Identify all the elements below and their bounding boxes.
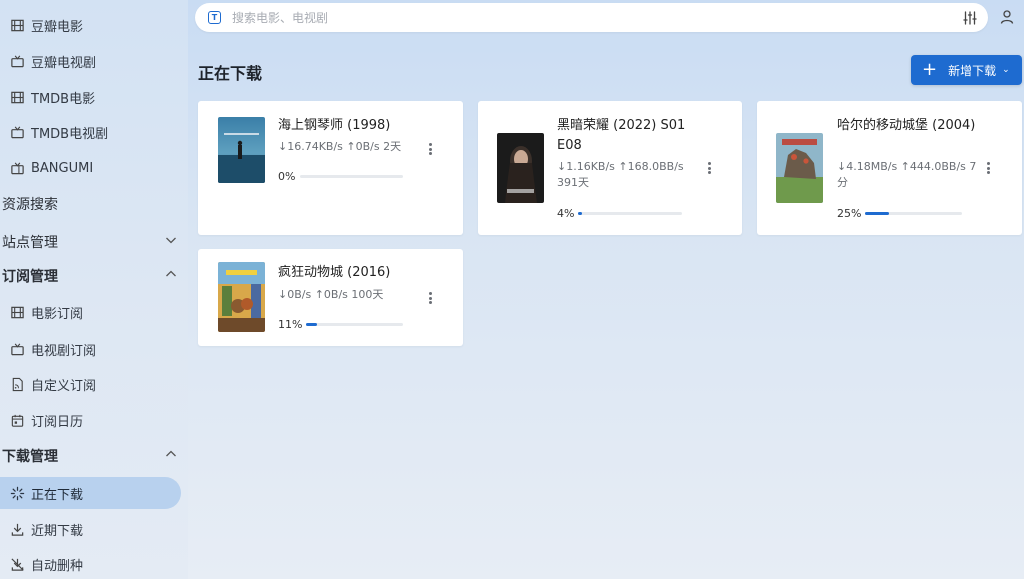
page-title: 正在下载	[198, 64, 263, 83]
progress-bar	[300, 175, 403, 178]
download-title: 哈尔的移动城堡 (2004)	[837, 118, 976, 133]
poster-image	[218, 117, 265, 183]
sidebar-group-subscribe-manage[interactable]: 订阅管理	[0, 260, 188, 292]
sidebar-item-label: 电影订阅	[31, 306, 84, 322]
film-icon	[9, 17, 25, 33]
progress-bar	[578, 212, 682, 215]
download-speed: ↓4.18MB/s ↑444.0BB/s 7分	[837, 160, 977, 189]
sidebar-item-label: 豆瓣电影	[31, 19, 84, 35]
sidebar-item-label: 正在下载	[31, 487, 84, 503]
text-search-icon: T	[208, 11, 221, 24]
tv-icon	[9, 53, 25, 69]
sidebar-item-label: 自动删种	[31, 558, 84, 574]
sidebar-item-resource-search[interactable]: 资源搜索	[0, 188, 188, 220]
delete-seed-icon	[9, 556, 25, 572]
sidebar-item-custom-subscribe[interactable]: 自定义订阅	[0, 368, 181, 400]
sidebar-item-tmdb-tv[interactable]: TMDB电视剧	[0, 116, 181, 148]
sidebar-item-bangumi[interactable]: BANGUMI	[0, 152, 181, 184]
sidebar-item-douban-movie[interactable]: 豆瓣电影	[0, 9, 181, 41]
sidebar: 豆瓣电影 豆瓣电视剧 TMDB电影 TMDB电视剧 BANGUMI 资源搜索 站…	[0, 0, 188, 579]
download-card[interactable]: 哈尔的移动城堡 (2004) ↓4.18MB/s ↑444.0BB/s 7分 2…	[757, 101, 1022, 235]
download-card[interactable]: 疯狂动物城 (2016) ↓0B/s ↑0B/s 100天 11%	[198, 249, 463, 346]
download-speed: ↓16.74KB/s ↑0B/s 2天	[278, 140, 402, 153]
loading-icon	[9, 485, 25, 501]
poster-image	[218, 262, 265, 332]
progress-fill	[306, 323, 317, 326]
download-speed: ↓0B/s ↑0B/s 100天	[278, 288, 384, 301]
sidebar-item-label: BANGUMI	[31, 160, 94, 176]
download-speed: ↓1.16KB/s ↑168.0BB/s 391天	[557, 160, 684, 189]
download-percent: 11%	[278, 318, 303, 331]
film-icon	[9, 89, 25, 105]
rss-file-icon	[9, 376, 25, 392]
progress-fill	[865, 212, 890, 215]
progress-bar	[306, 323, 403, 326]
sidebar-item-label: TMDB电影	[31, 91, 96, 107]
download-title: 黑暗荣耀 (2022) S01 E08	[557, 118, 686, 153]
plus-icon: +	[922, 59, 938, 80]
download-percent: 0%	[278, 170, 296, 183]
download-title: 海上钢琴师 (1998)	[278, 118, 391, 133]
sidebar-item-douban-tv[interactable]: 豆瓣电视剧	[0, 45, 181, 77]
section-label: 资源搜索	[2, 197, 58, 213]
sidebar-item-auto-delete[interactable]: 自动删种	[0, 548, 181, 579]
download-card[interactable]: 海上钢琴师 (1998) ↓16.74KB/s ↑0B/s 2天 0%	[198, 101, 463, 235]
more-vert-icon[interactable]	[983, 160, 993, 176]
calendar-icon	[9, 412, 25, 428]
sidebar-item-label: 豆瓣电视剧	[31, 55, 97, 71]
sidebar-item-label: 电视剧订阅	[31, 343, 97, 359]
download-percent: 4%	[557, 207, 575, 220]
sidebar-group-download-manage[interactable]: 下载管理	[0, 440, 188, 472]
download-card[interactable]: 黑暗荣耀 (2022) S01 E08 ↓1.16KB/s ↑168.0BB/s…	[478, 101, 742, 235]
chevron-up-icon	[164, 267, 178, 285]
sidebar-item-tv-subscribe[interactable]: 电视剧订阅	[0, 333, 181, 365]
sidebar-item-label: 订阅日历	[31, 414, 84, 430]
chevron-up-icon	[164, 447, 178, 465]
download-percent: 25%	[837, 207, 862, 220]
chevron-down-icon	[164, 233, 178, 251]
sidebar-item-label: 自定义订阅	[31, 378, 97, 394]
section-label: 订阅管理	[2, 269, 58, 285]
chevron-down-icon: ⌄	[1002, 65, 1010, 75]
filter-settings-icon[interactable]	[962, 10, 978, 26]
more-vert-icon[interactable]	[425, 141, 435, 157]
user-icon[interactable]	[999, 9, 1015, 25]
download-title: 疯狂动物城 (2016)	[278, 265, 391, 280]
tv-retro-icon	[9, 160, 25, 176]
search-bar: T	[195, 3, 988, 32]
download-icon	[9, 521, 25, 537]
progress-fill	[578, 212, 583, 215]
add-download-button[interactable]: + 新增下载 ⌄	[911, 55, 1022, 85]
add-download-label: 新增下载	[948, 63, 997, 78]
sidebar-group-site-manage[interactable]: 站点管理	[0, 226, 188, 258]
more-vert-icon[interactable]	[704, 160, 714, 176]
more-vert-icon[interactable]	[425, 290, 435, 306]
tv-icon	[9, 124, 25, 140]
section-label: 下载管理	[2, 449, 58, 465]
poster-image	[776, 133, 823, 203]
search-input[interactable]	[232, 10, 962, 25]
film-icon	[9, 304, 25, 320]
progress-bar	[865, 212, 962, 215]
tv-icon	[9, 341, 25, 357]
poster-image	[497, 133, 544, 203]
sidebar-item-recent-download[interactable]: 近期下载	[0, 513, 181, 545]
section-label: 站点管理	[2, 235, 58, 251]
sidebar-item-tmdb-movie[interactable]: TMDB电影	[0, 81, 181, 113]
sidebar-item-label: TMDB电视剧	[31, 126, 109, 142]
sidebar-item-movie-subscribe[interactable]: 电影订阅	[0, 296, 181, 328]
sidebar-item-label: 近期下载	[31, 523, 84, 539]
sidebar-item-downloading[interactable]: 正在下载	[0, 477, 181, 509]
sidebar-item-subscribe-calendar[interactable]: 订阅日历	[0, 404, 181, 436]
